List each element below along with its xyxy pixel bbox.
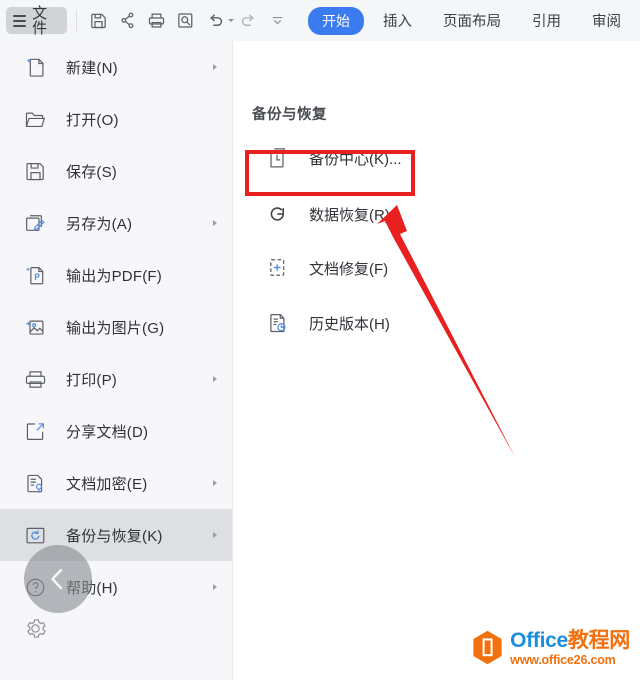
sidebar-item-save[interactable]: 保存(S) — [0, 145, 232, 197]
panel-title: 备份与恢复 — [252, 107, 327, 123]
chevron-right-icon — [213, 63, 217, 70]
panel-item-label: 数据恢复(R) — [309, 206, 390, 224]
file-menu-sidebar: 新建(N) 打开(O) 保存(S) 另存为(A) 输出为PDF(F) 输出为图片… — [0, 41, 233, 680]
hamburger-icon — [13, 14, 27, 27]
export-image-icon — [20, 312, 50, 342]
sidebar-item-export-pdf[interactable]: 输出为PDF(F) — [0, 249, 232, 301]
ribbon-tabs: 开始 插入 页面布局 引用 审阅 — [307, 6, 640, 35]
backup-restore-panel: 备份与恢复 备份中心(K)... 数据恢复(R) 文档修复(F) 历史版本(H) — [233, 41, 640, 680]
tab-start[interactable]: 开始 — [307, 6, 364, 35]
panel-item-label: 备份中心(K)... — [309, 150, 402, 168]
chevron-right-icon — [213, 375, 217, 382]
backup-restore-icon — [20, 520, 50, 550]
sidebar-item-label: 输出为图片(G) — [66, 319, 165, 337]
save-as-icon — [20, 208, 50, 238]
printer-icon — [20, 364, 50, 394]
watermark-url: www.office26.com — [510, 652, 616, 667]
export-pdf-icon — [20, 260, 50, 290]
watermark: Office教程网 www.office26.com — [472, 630, 630, 667]
sidebar-item-save-as[interactable]: 另存为(A) — [0, 197, 232, 249]
panel-item-history-version[interactable]: 历史版本(H) — [247, 300, 577, 346]
new-document-icon — [20, 52, 50, 82]
top-toolbar: 文件 开始 插入 页面布局 引用 审阅 — [0, 0, 640, 41]
panel-item-data-recovery[interactable]: 数据恢复(R) — [247, 191, 577, 237]
sidebar-item-share-document[interactable]: 分享文档(D) — [0, 405, 232, 457]
sidebar-item-encrypt-document[interactable]: 文档加密(E) — [0, 457, 232, 509]
quick-share-icon[interactable] — [116, 8, 139, 34]
toolbar-divider — [76, 9, 78, 32]
chevron-right-icon — [213, 219, 217, 226]
watermark-brand-en: Office — [510, 628, 568, 652]
customize-toolbar-icon[interactable] — [266, 8, 289, 34]
undo-icon[interactable] — [204, 8, 227, 34]
sidebar-item-label: 另存为(A) — [66, 215, 133, 233]
sidebar-item-label: 输出为PDF(F) — [66, 267, 162, 285]
sidebar-item-label: 打印(P) — [66, 371, 117, 389]
sidebar-item-new[interactable]: 新建(N) — [0, 41, 232, 93]
undo-dropdown-icon[interactable] — [228, 8, 234, 34]
tab-review[interactable]: 审阅 — [580, 6, 633, 35]
sidebar-item-open[interactable]: 打开(O) — [0, 93, 232, 145]
sidebar-item-label: 分享文档(D) — [66, 423, 149, 441]
data-recovery-icon — [263, 199, 293, 229]
sidebar-item-label: 新建(N) — [66, 59, 118, 77]
office-logo-icon — [473, 631, 502, 665]
encrypt-document-icon — [20, 468, 50, 498]
file-menu-label: 文件 — [32, 4, 48, 37]
tab-references[interactable]: 引用 — [520, 6, 573, 35]
print-icon[interactable] — [145, 8, 168, 34]
watermark-brand-cn: 教程网 — [567, 628, 630, 652]
chevron-right-icon — [213, 531, 217, 538]
panel-item-document-repair[interactable]: 文档修复(F) — [247, 245, 577, 291]
history-version-icon — [263, 308, 293, 338]
open-folder-icon — [20, 104, 50, 134]
gear-icon — [20, 613, 50, 643]
sidebar-item-label: 保存(S) — [66, 163, 117, 181]
print-preview-icon[interactable] — [174, 8, 197, 34]
panel-item-backup-center[interactable]: 备份中心(K)... — [247, 135, 577, 181]
sidebar-item-label: 备份与恢复(K) — [66, 527, 163, 545]
save-icon[interactable] — [87, 8, 110, 34]
panel-item-label: 历史版本(H) — [309, 315, 390, 333]
chevron-right-icon — [213, 583, 217, 590]
document-repair-icon — [263, 253, 293, 283]
sidebar-item-options[interactable] — [0, 613, 232, 643]
panel-item-label: 文档修复(F) — [309, 260, 389, 278]
share-document-icon — [20, 416, 50, 446]
chevron-right-icon — [213, 479, 217, 486]
backup-center-icon — [263, 143, 293, 173]
sidebar-item-print[interactable]: 打印(P) — [0, 353, 232, 405]
save-disk-icon — [20, 156, 50, 186]
tab-insert[interactable]: 插入 — [371, 6, 424, 35]
sidebar-item-export-image[interactable]: 输出为图片(G) — [0, 301, 232, 353]
file-menu-button[interactable]: 文件 — [6, 4, 68, 37]
sidebar-item-label: 文档加密(E) — [66, 475, 148, 493]
redo-icon[interactable] — [237, 8, 260, 34]
chevron-left-icon — [51, 568, 63, 590]
collapse-panel-button[interactable] — [24, 545, 92, 613]
tab-page-layout[interactable]: 页面布局 — [431, 6, 513, 35]
sidebar-item-label: 打开(O) — [66, 111, 119, 129]
